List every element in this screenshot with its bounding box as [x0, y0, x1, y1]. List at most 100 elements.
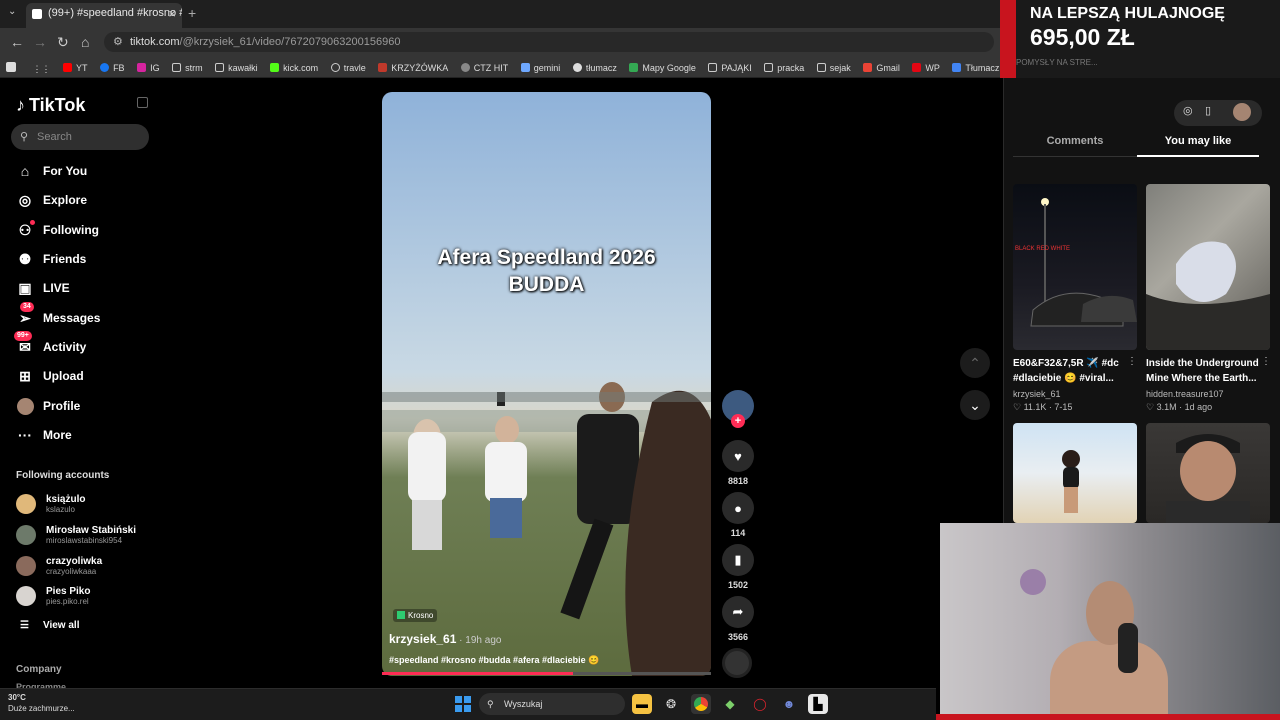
tab-search-icon[interactable]: ⌄ [8, 6, 16, 17]
address-bar[interactable]: ⚙ tiktok.com/@krzysiek_61/video/76720790… [104, 32, 994, 52]
account-item[interactable]: Pies Piko pies.piko.rel [16, 582, 156, 610]
bookmark-gemini[interactable]: gemini [520, 57, 560, 78]
bookmark-fb[interactable]: FB [100, 57, 125, 78]
account-item[interactable]: książulo kslazulo [16, 490, 156, 518]
browser-tab[interactable]: (99+) #speedland #krosno #bud × [26, 3, 182, 28]
video-thumbnail[interactable] [1146, 423, 1270, 523]
video-player[interactable] [382, 92, 711, 676]
user-avatar[interactable] [1233, 103, 1251, 121]
nav-friends[interactable]: ⚉ Friends [16, 248, 146, 270]
bookmark-sejak[interactable]: sejak [816, 57, 851, 78]
more-options-icon[interactable]: ⋮ [1127, 356, 1137, 367]
nav-profile[interactable]: Profile [16, 395, 146, 417]
apps-icon[interactable]: ⋮⋮ [33, 59, 51, 78]
video-caption[interactable]: #speedland #krosno #budda #afera #dlacie… [389, 655, 599, 666]
sound-disc[interactable] [722, 648, 752, 678]
nav-following[interactable]: ⚇ Following [16, 219, 146, 241]
forward-icon[interactable]: → [33, 34, 47, 50]
account-item[interactable]: crazyoliwka crazyoliwkaaa [16, 552, 156, 580]
tab-close-icon[interactable]: × [168, 3, 176, 24]
reload-icon[interactable]: ↻ [57, 34, 69, 51]
location-tag[interactable]: Krosno [393, 609, 438, 622]
explore-icon[interactable]: ◎ [1183, 104, 1193, 117]
bookmark-wp[interactable]: WP [912, 57, 940, 78]
bookmark-ctz-hit[interactable]: CTZ HIT [460, 57, 508, 78]
home-icon[interactable]: ⌂ [81, 34, 89, 50]
search-input[interactable]: ⚲ Search [11, 124, 149, 150]
windows-start-icon[interactable] [455, 696, 471, 712]
bookmark-yt[interactable]: YT [63, 57, 88, 78]
weather-widget[interactable]: 30°C Duże zachmurze... [8, 692, 75, 714]
more-options-icon[interactable]: ⋮ [1261, 356, 1271, 367]
nav-more[interactable]: ··· More [16, 424, 146, 446]
device-icon[interactable]: ▯ [1205, 104, 1211, 117]
nav-explore[interactable]: ◎ Explore [16, 189, 146, 211]
taskbar-search[interactable]: ⚲ Wyszukaj [479, 693, 625, 715]
copilot-icon[interactable]: ❂ [661, 694, 681, 714]
tab-you-may-like[interactable]: You may like [1137, 135, 1259, 157]
tab-comments[interactable]: Comments [1013, 135, 1137, 157]
back-icon[interactable]: ← [10, 34, 24, 50]
bookmark-gmail[interactable]: Gmail [863, 57, 900, 78]
previous-video-button[interactable]: ⌃ [960, 348, 990, 378]
company-link[interactable]: Company [16, 664, 62, 675]
suggested-video-title[interactable]: E60&F32&7,5R ✈️ #dc #dlaciebie 😊 #viral..… [1013, 356, 1131, 386]
bookmark-tlumacz-2[interactable]: Tłumacz [952, 57, 999, 78]
tab-title: (99+) #speedland #krosno #bud [48, 7, 182, 19]
follow-plus-icon[interactable]: + [731, 414, 745, 428]
suggested-video-author[interactable]: krzysiek_61 [1013, 389, 1061, 399]
ad-accent-bar [1000, 0, 1016, 78]
following-accounts-title: Following accounts [16, 470, 110, 481]
view-all-button[interactable]: ☰ View all [20, 620, 79, 631]
webcam-overlay [940, 523, 1280, 715]
nav-upload[interactable]: ⊞ Upload [16, 365, 146, 387]
chrome-icon[interactable] [691, 694, 711, 714]
account-item[interactable]: Mirosław Stabiński miroslawstabinski954 [16, 521, 156, 549]
like-button[interactable]: ♥ 8818 [722, 440, 754, 486]
nav-live[interactable]: ▣ LIVE [16, 277, 146, 299]
collapse-sidebar-icon[interactable] [137, 97, 148, 108]
nav-messages[interactable]: ➢ 34 Messages [16, 302, 146, 329]
home-icon: ⌂ [20, 163, 30, 179]
bookmark-pracka[interactable]: pracka [764, 57, 804, 78]
video-progress-bar[interactable] [382, 672, 711, 675]
new-tab-icon[interactable]: + [188, 5, 196, 21]
bookmark-tlumacz[interactable]: tłumacz [572, 57, 617, 78]
bookmark-krzyzowka[interactable]: KRZYŻÓWKA [378, 57, 448, 78]
app-icon[interactable]: ▙ [808, 694, 828, 714]
bookmark-ig[interactable]: IG [137, 57, 160, 78]
bookmark-strm[interactable]: strm [172, 57, 203, 78]
video-author[interactable]: krzysiek_61 · 19h ago [389, 632, 501, 646]
bookmark-kawalki[interactable]: kawałki [215, 57, 258, 78]
url-host: tiktok.com [130, 36, 180, 48]
video-thumbnail[interactable]: BLACK RED WHITE [1013, 184, 1137, 350]
discord-icon[interactable]: ☻ [779, 694, 799, 714]
video-thumbnail[interactable] [1146, 184, 1270, 350]
comment-button[interactable]: ● 114 [722, 492, 754, 538]
nav-activity[interactable]: ✉ 99+ Activity [14, 331, 146, 358]
video-thumbnail[interactable] [1013, 423, 1137, 523]
next-video-button[interactable]: ⌄ [960, 390, 990, 420]
site-info-icon[interactable]: ⚙ [113, 32, 123, 52]
share-button[interactable]: ➦ 3566 [722, 596, 754, 642]
tiktok-logo[interactable]: ♪ TikTok [16, 95, 85, 116]
opera-icon[interactable]: ◯ [750, 694, 770, 714]
tiktok-note-icon: ♪ [16, 95, 25, 115]
bookmark-pajaki[interactable]: PAJĄKI [708, 57, 752, 78]
bookmark-travle[interactable]: travle [330, 57, 366, 78]
bookmarks-bar: ⋮⋮ YT FB IG strm kawałki kick.com travle… [0, 56, 1000, 78]
save-button[interactable]: ▮ 1502 [722, 544, 754, 590]
more-icon: ··· [18, 427, 32, 443]
browser-icon[interactable]: ◆ [720, 694, 740, 714]
nav-for-you[interactable]: ⌂ For You [16, 160, 146, 182]
avatar [16, 525, 36, 545]
profile-avatar [16, 397, 34, 415]
file-explorer-icon[interactable]: ▬ [632, 694, 652, 714]
bookmark-kick[interactable]: kick.com [270, 57, 318, 78]
bookmarks-icon[interactable] [6, 56, 20, 77]
ad-faded-text: POMYSŁY NA STRE... [1016, 58, 1098, 67]
suggested-video-author[interactable]: hidden.treasure107 [1146, 389, 1224, 399]
suggested-video-title[interactable]: Inside the Underground Mine Where the Ear… [1146, 356, 1264, 386]
ad-headline: NA LEPSZĄ HULAJNOGĘ [1030, 5, 1225, 22]
bookmark-mapy-google[interactable]: Mapy Google [629, 57, 696, 78]
